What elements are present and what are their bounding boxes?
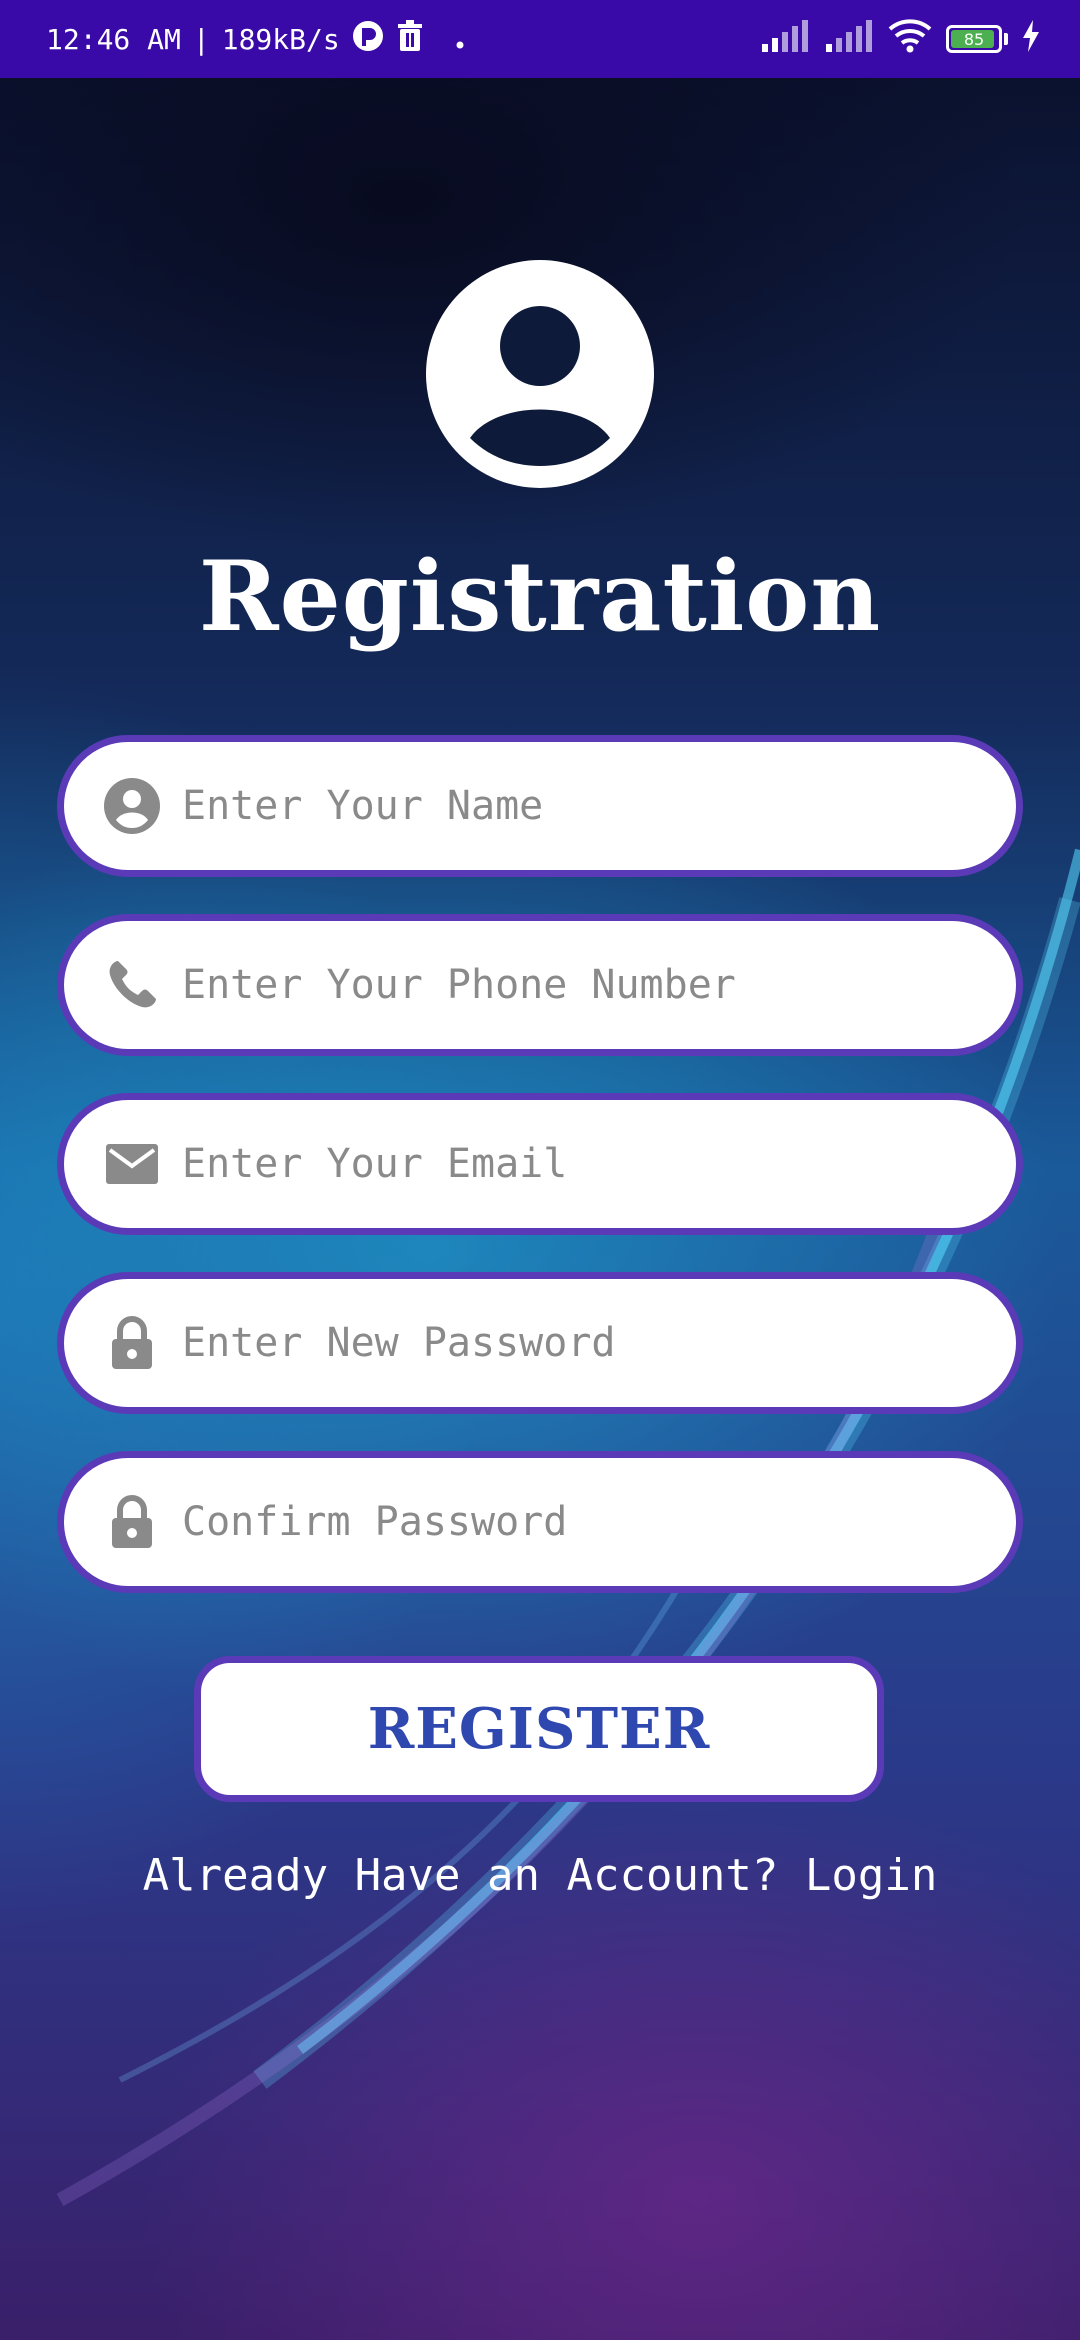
dot-icon bbox=[456, 23, 464, 56]
person-icon bbox=[104, 778, 160, 834]
confirm-password-field[interactable] bbox=[57, 1451, 1023, 1593]
email-input[interactable] bbox=[180, 1140, 964, 1188]
phone-input[interactable] bbox=[180, 961, 964, 1009]
signal-icon bbox=[760, 19, 810, 59]
name-input[interactable] bbox=[180, 782, 964, 830]
trash-icon bbox=[396, 19, 424, 59]
name-field[interactable] bbox=[57, 735, 1023, 877]
lock-icon bbox=[104, 1494, 160, 1550]
status-right: 85 bbox=[760, 0, 1040, 78]
status-time: 12:46 AM bbox=[46, 22, 181, 56]
battery-icon: 85 bbox=[946, 25, 1002, 53]
lock-icon bbox=[104, 1315, 160, 1371]
battery-tip bbox=[1004, 33, 1008, 45]
app-notification-icon bbox=[352, 20, 384, 59]
password-field[interactable] bbox=[57, 1272, 1023, 1414]
charging-icon bbox=[1022, 19, 1040, 59]
account-circle-icon bbox=[426, 260, 654, 488]
status-left: 12:46 AM | 189kB/s bbox=[46, 0, 464, 78]
password-input[interactable] bbox=[180, 1319, 964, 1367]
login-link[interactable]: Already Have an Account? Login bbox=[0, 1850, 1080, 1901]
phone-field[interactable] bbox=[57, 914, 1023, 1056]
signal-icon bbox=[824, 19, 874, 59]
page-title: Registration bbox=[198, 540, 882, 653]
status-network-speed: 189kB/s bbox=[221, 22, 340, 56]
status-separator: | bbox=[192, 22, 210, 56]
phone-icon bbox=[104, 957, 160, 1013]
register-button[interactable]: REGISTER bbox=[194, 1656, 884, 1802]
status-bar: 12:46 AM | 189kB/s 85 bbox=[0, 0, 1080, 78]
email-icon bbox=[104, 1136, 160, 1192]
wifi-icon bbox=[888, 18, 932, 60]
email-field[interactable] bbox=[57, 1093, 1023, 1235]
confirm-password-input[interactable] bbox=[180, 1498, 964, 1546]
battery-level: 85 bbox=[963, 29, 985, 49]
